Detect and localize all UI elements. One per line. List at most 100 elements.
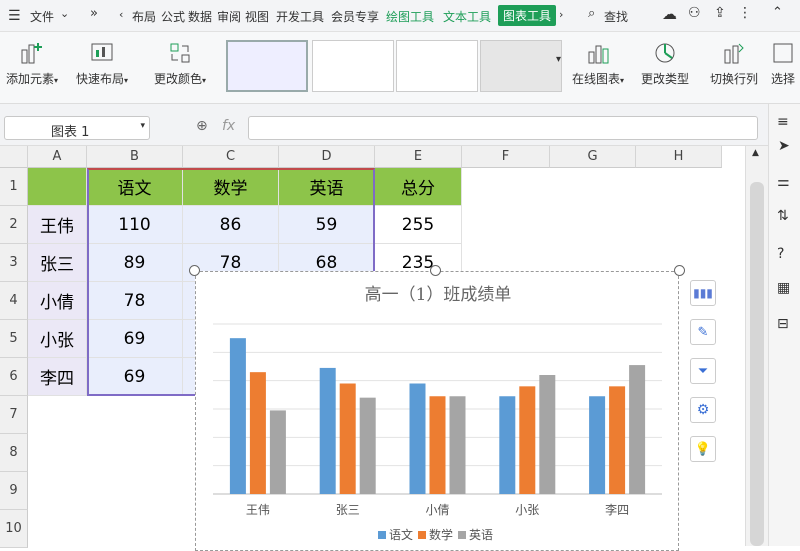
bar-英语-李四[interactable]: [629, 365, 646, 494]
bar-数学-张三[interactable]: [339, 383, 356, 495]
scroll-up-icon[interactable]: ▲: [752, 148, 759, 158]
more-icon[interactable]: ⋮: [738, 5, 752, 21]
chart-style-1[interactable]: [226, 40, 308, 92]
row-header-8[interactable]: 8: [0, 434, 28, 472]
double-chevron-icon[interactable]: »: [90, 6, 98, 21]
change-type-button[interactable]: 更改类型: [641, 40, 689, 87]
row-header-9[interactable]: 9: [0, 472, 28, 510]
chart-style-3[interactable]: [396, 40, 478, 92]
chart-style-4[interactable]: [480, 40, 562, 92]
cell-A5[interactable]: 小张: [28, 320, 87, 358]
cell-B2[interactable]: 110: [87, 206, 183, 244]
chart-title[interactable]: 高一（1）班成绩单: [365, 285, 512, 305]
cell-A6[interactable]: 李四: [28, 358, 87, 396]
cell-C1[interactable]: 数学: [183, 168, 279, 206]
chart-style-2[interactable]: [312, 40, 394, 92]
online-chart-button[interactable]: 在线图表▾: [572, 40, 624, 87]
cell-A2[interactable]: 王伟: [28, 206, 87, 244]
bar-数学-小张[interactable]: [519, 386, 536, 494]
col-header-A[interactable]: A: [28, 146, 87, 168]
share-icon[interactable]: ⇪: [714, 5, 726, 21]
col-header-G[interactable]: G: [550, 146, 636, 168]
file-menu[interactable]: 文件: [30, 8, 54, 25]
legend-label-语文[interactable]: 语文: [389, 527, 413, 542]
share-user-icon[interactable]: ⚇: [688, 5, 701, 21]
cell-B1[interactable]: 语文: [87, 168, 183, 206]
collapse-icon[interactable]: ⌃: [772, 5, 783, 20]
add-element-button[interactable]: 添加元素▾: [6, 40, 58, 87]
tab-review[interactable]: 审阅: [217, 8, 241, 25]
cursor-icon[interactable]: ➤: [778, 138, 790, 154]
select-data-button[interactable]: 选择: [770, 40, 796, 87]
help-icon[interactable]: ?: [777, 246, 784, 262]
bar-英语-小倩[interactable]: [449, 396, 466, 494]
menu-lines-icon[interactable]: ≡: [777, 114, 789, 130]
scroll-right-icon[interactable]: ›: [559, 8, 563, 21]
cell-D2[interactable]: 59: [279, 206, 375, 244]
row-header-5[interactable]: 5: [0, 320, 28, 358]
bar-数学-王伟[interactable]: [249, 372, 266, 494]
bar-语文-张三[interactable]: [319, 367, 336, 494]
row-header-2[interactable]: 2: [0, 206, 28, 244]
cell-B5[interactable]: 69: [87, 320, 183, 358]
chart-filter-button[interactable]: ⏷: [690, 358, 716, 384]
col-header-E[interactable]: E: [375, 146, 462, 168]
cell-A4[interactable]: 小倩: [28, 282, 87, 320]
bar-语文-李四[interactable]: [589, 396, 606, 494]
transfer-icon[interactable]: ⇅: [777, 208, 789, 224]
row-header-6[interactable]: 6: [0, 358, 28, 396]
cell-A1[interactable]: [28, 168, 87, 206]
change-color-button[interactable]: 更改颜色▾: [154, 40, 206, 87]
chart-object[interactable]: 高一（1）班成绩单 王伟 张三 小倩 小张 李四 语文 数学 英语: [189, 265, 685, 551]
chevron-down-icon[interactable]: ⌄: [60, 7, 69, 20]
bar-语文-小张[interactable]: [499, 396, 516, 494]
row-header-7[interactable]: 7: [0, 396, 28, 434]
vertical-scrollbar[interactable]: ▲: [745, 146, 768, 546]
archive-icon[interactable]: ⊟: [777, 316, 789, 332]
row-header-1[interactable]: 1: [0, 168, 28, 206]
tab-developer[interactable]: 开发工具: [276, 8, 324, 25]
row-header-4[interactable]: 4: [0, 282, 28, 320]
tab-text-tools[interactable]: 文本工具: [443, 8, 491, 25]
cell-D1[interactable]: 英语: [279, 168, 375, 206]
row-header-10[interactable]: 10: [0, 510, 28, 548]
col-header-H[interactable]: H: [636, 146, 722, 168]
bar-数学-李四[interactable]: [609, 386, 626, 494]
tab-layout[interactable]: 布局: [132, 8, 156, 25]
cell-C2[interactable]: 86: [183, 206, 279, 244]
select-all-corner[interactable]: [0, 146, 28, 168]
chart-settings-button[interactable]: ⚙: [690, 397, 716, 423]
cell-B4[interactable]: 78: [87, 282, 183, 320]
menu-icon[interactable]: ☰: [8, 8, 21, 24]
bar-英语-张三[interactable]: [359, 397, 376, 494]
scroll-thumb[interactable]: [750, 182, 764, 546]
fx-icon[interactable]: fx: [222, 118, 235, 134]
chart-elements-button[interactable]: ▮▮▮: [690, 280, 716, 306]
sliders-icon[interactable]: ⚌: [777, 174, 790, 190]
zoom-icon[interactable]: ⊕: [196, 118, 208, 134]
gallery-expand-icon[interactable]: ▾: [556, 54, 561, 65]
chart-tips-button[interactable]: 💡: [690, 436, 716, 462]
tab-drawing-tools[interactable]: 绘图工具: [386, 8, 434, 25]
bar-英语-小张[interactable]: [539, 375, 556, 494]
col-header-D[interactable]: D: [279, 146, 375, 168]
search-icon[interactable]: ⌕: [588, 6, 595, 21]
cell-A3[interactable]: 张三: [28, 244, 87, 282]
legend-label-数学[interactable]: 数学: [429, 527, 453, 542]
bar-英语-王伟[interactable]: [269, 410, 286, 494]
bar-语文-小倩[interactable]: [409, 383, 426, 495]
tab-view[interactable]: 视图: [245, 8, 269, 25]
col-header-B[interactable]: B: [87, 146, 183, 168]
row-header-3[interactable]: 3: [0, 244, 28, 282]
scroll-left-icon[interactable]: ‹: [119, 8, 123, 21]
cell-B3[interactable]: 89: [87, 244, 183, 282]
quick-layout-button[interactable]: 快速布局▾: [76, 40, 128, 87]
tab-member[interactable]: 会员专享: [331, 8, 379, 25]
name-box[interactable]: 图表 1 ▾: [4, 116, 150, 140]
chart-style-button[interactable]: ✎: [690, 319, 716, 345]
chevron-down-icon[interactable]: ▾: [140, 121, 145, 131]
col-header-F[interactable]: F: [462, 146, 550, 168]
switch-rowcol-button[interactable]: 切换行列: [710, 40, 758, 87]
cell-E2[interactable]: 255: [375, 206, 462, 244]
tab-formula[interactable]: 公式: [161, 8, 185, 25]
